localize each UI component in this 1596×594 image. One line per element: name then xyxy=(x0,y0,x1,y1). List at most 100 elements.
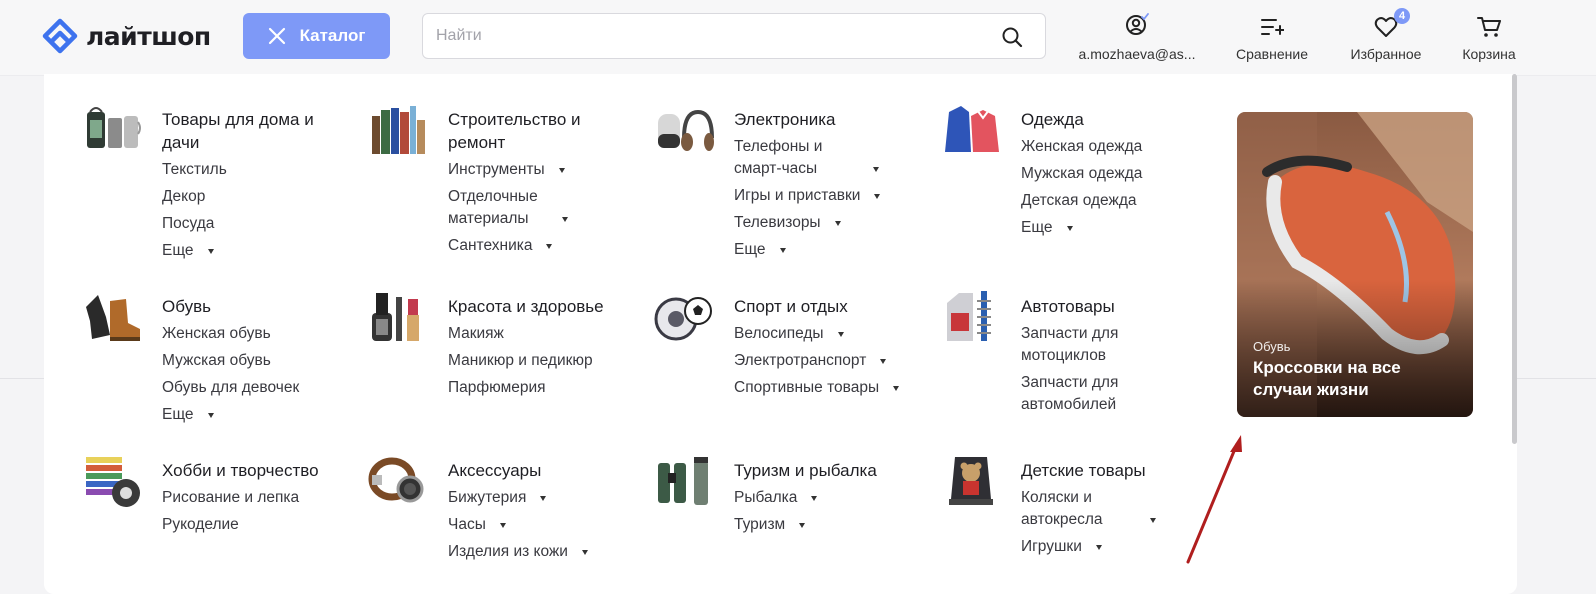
subcategory-link[interactable]: Электротранспорт xyxy=(734,350,919,372)
subcategory-link[interactable]: Обувь для девочек xyxy=(162,377,337,399)
user-icon xyxy=(1126,13,1149,35)
subcategory-link[interactable]: Женская одежда xyxy=(1021,136,1191,158)
category-title[interactable]: Детские товары xyxy=(1021,459,1161,482)
subcategory-more-link[interactable]: Еще xyxy=(162,404,337,426)
subcategory-link[interactable]: Парфюмерия xyxy=(448,377,628,399)
promo-banner[interactable]: Обувь Кроссовки на все случаи жизни xyxy=(1237,112,1473,417)
subcategory-link[interactable]: Спортивные товары xyxy=(734,377,919,399)
speaker-headphones-icon xyxy=(658,109,714,151)
compare-icon xyxy=(1261,19,1284,35)
category-title[interactable]: Товары для дома и дачи xyxy=(162,108,337,154)
logo-icon xyxy=(42,18,78,54)
close-icon xyxy=(268,27,285,45)
subcategory-link[interactable]: Часы xyxy=(448,514,628,536)
category-title[interactable]: Строительство и ремонт xyxy=(448,108,608,154)
subcategory-link[interactable]: Посуда xyxy=(162,213,337,235)
dropdown-arrow-icon xyxy=(799,523,806,528)
subcategory-link[interactable]: Коляски и автокресла xyxy=(1021,487,1156,531)
header: лайтшоп Каталог a.mozhaeva@as... xyxy=(0,0,1596,76)
scrollbar[interactable] xyxy=(1512,74,1517,444)
subcategory-link[interactable]: Макияж xyxy=(448,323,628,345)
subcategory-link[interactable]: Сантехника xyxy=(448,235,608,257)
catalog-button[interactable]: Каталог xyxy=(243,13,390,59)
subcategory-link[interactable]: Женская обувь xyxy=(162,323,337,345)
subcategory-link[interactable]: Бижутерия xyxy=(448,487,628,509)
category-title[interactable]: Туризм и рыбалка xyxy=(734,459,919,482)
subcategory-more-link[interactable]: Еще xyxy=(1021,217,1191,239)
logo[interactable]: лайтшоп xyxy=(42,18,211,54)
category-title[interactable]: Красота и здоровье xyxy=(448,295,628,318)
subcategory-link[interactable]: Инструменты xyxy=(448,159,608,181)
dropdown-arrow-icon xyxy=(207,249,214,254)
subcategory-link[interactable]: Изделия из кожи xyxy=(448,541,628,563)
dropdown-arrow-icon xyxy=(837,332,844,337)
favorites-label: Избранное xyxy=(1350,46,1422,62)
category-sport: Спорт и отдых Велосипеды Электротранспор… xyxy=(654,295,919,404)
subcategory-link[interactable]: Рисование и лепка xyxy=(162,487,337,509)
cart-button[interactable]: Корзина xyxy=(1458,12,1520,62)
oil-canister-icon xyxy=(947,291,991,341)
subcategory-link[interactable]: Отделочные материалы xyxy=(448,186,568,230)
subcategory-link[interactable]: Велосипеды xyxy=(734,323,919,345)
paint-rollers-icon xyxy=(372,106,425,154)
subcategory-link[interactable]: Рыбалка xyxy=(734,487,919,509)
divider xyxy=(0,378,44,379)
cosmetics-icon xyxy=(372,293,419,341)
account-button[interactable]: a.mozhaeva@as... xyxy=(1078,12,1196,62)
dropdown-arrow-icon xyxy=(874,194,881,199)
subcategory-link[interactable]: Телевизоры xyxy=(734,212,899,234)
compare-button[interactable]: Сравнение xyxy=(1230,12,1314,62)
subcategory-link[interactable]: Туризм xyxy=(734,514,919,536)
subcategory-link[interactable]: Мужская одежда xyxy=(1021,163,1191,185)
category-tourism: Туризм и рыбалка Рыбалка Туризм xyxy=(658,457,919,541)
dropdown-arrow-icon xyxy=(499,523,506,528)
subcategory-link[interactable]: Игрушки xyxy=(1021,536,1161,558)
dropdown-arrow-icon xyxy=(811,496,818,501)
belt-watch-icon xyxy=(368,457,424,503)
dropdown-arrow-icon xyxy=(562,217,568,222)
pencils-tape-icon xyxy=(86,457,140,507)
logo-text: лайтшоп xyxy=(86,21,211,51)
subcategory-more-link[interactable]: Еще xyxy=(162,240,337,262)
category-title[interactable]: Одежда xyxy=(1021,108,1191,131)
category-kids: Детские товары Коляски и автокресла Игру… xyxy=(949,457,1161,563)
dropdown-arrow-icon xyxy=(546,244,553,249)
category-title[interactable]: Обувь xyxy=(162,295,337,318)
subcategory-more-link[interactable]: Еще xyxy=(734,239,899,261)
dropdown-arrow-icon xyxy=(893,386,900,391)
subcategory-link[interactable]: Маникюр и педикюр xyxy=(448,350,628,372)
subcategory-link[interactable]: Декор xyxy=(162,186,337,208)
category-accessories: Аксессуары Бижутерия Часы Изделия из кож… xyxy=(368,457,628,568)
category-title[interactable]: Хобби и творчество xyxy=(162,459,337,482)
subcategory-link[interactable]: Текстиль xyxy=(162,159,337,181)
subcategory-link[interactable]: Рукоделие xyxy=(162,514,337,536)
subcategory-link[interactable]: Телефоны и смарт-часы xyxy=(734,136,879,180)
favorites-button[interactable]: 4 Избранное xyxy=(1345,8,1427,62)
category-clothing: Одежда Женская одежда Мужская одежда Дет… xyxy=(945,106,1191,244)
search-icon[interactable] xyxy=(1001,26,1023,48)
category-home-garden: Товары для дома и дачи Текстиль Декор По… xyxy=(87,107,337,267)
promo-category: Обувь xyxy=(1253,339,1291,354)
category-title[interactable]: Спорт и отдых xyxy=(734,295,919,318)
dropdown-arrow-icon xyxy=(1095,545,1102,550)
subcategory-link[interactable]: Мужская обувь xyxy=(162,350,337,372)
category-hobby: Хобби и творчество Рисование и лепка Рук… xyxy=(86,457,337,541)
divider xyxy=(1517,378,1596,379)
subcategory-link[interactable]: Запчасти для автомобилей xyxy=(1021,372,1151,416)
subcategory-link[interactable]: Детская одежда xyxy=(1021,190,1191,212)
subcategory-link[interactable]: Запчасти для мотоциклов xyxy=(1021,323,1151,367)
search-input[interactable] xyxy=(436,14,996,58)
dropdown-arrow-icon xyxy=(540,496,547,501)
ball-wheel-icon xyxy=(654,297,712,341)
category-auto: Автотовары Запчасти для мотоциклов Запча… xyxy=(947,291,1151,421)
category-title[interactable]: Автотовары xyxy=(1021,295,1151,318)
category-beauty: Красота и здоровье Макияж Маникюр и педи… xyxy=(372,293,628,404)
dropdown-arrow-icon xyxy=(558,168,565,173)
catalog-button-label: Каталог xyxy=(299,26,366,45)
account-label: a.mozhaeva@as... xyxy=(1078,46,1196,62)
category-title[interactable]: Электроника xyxy=(734,108,899,131)
dropdown-arrow-icon xyxy=(207,413,214,418)
category-title[interactable]: Аксессуары xyxy=(448,459,628,482)
cart-icon xyxy=(1477,17,1501,37)
subcategory-link[interactable]: Игры и приставки xyxy=(734,185,899,207)
